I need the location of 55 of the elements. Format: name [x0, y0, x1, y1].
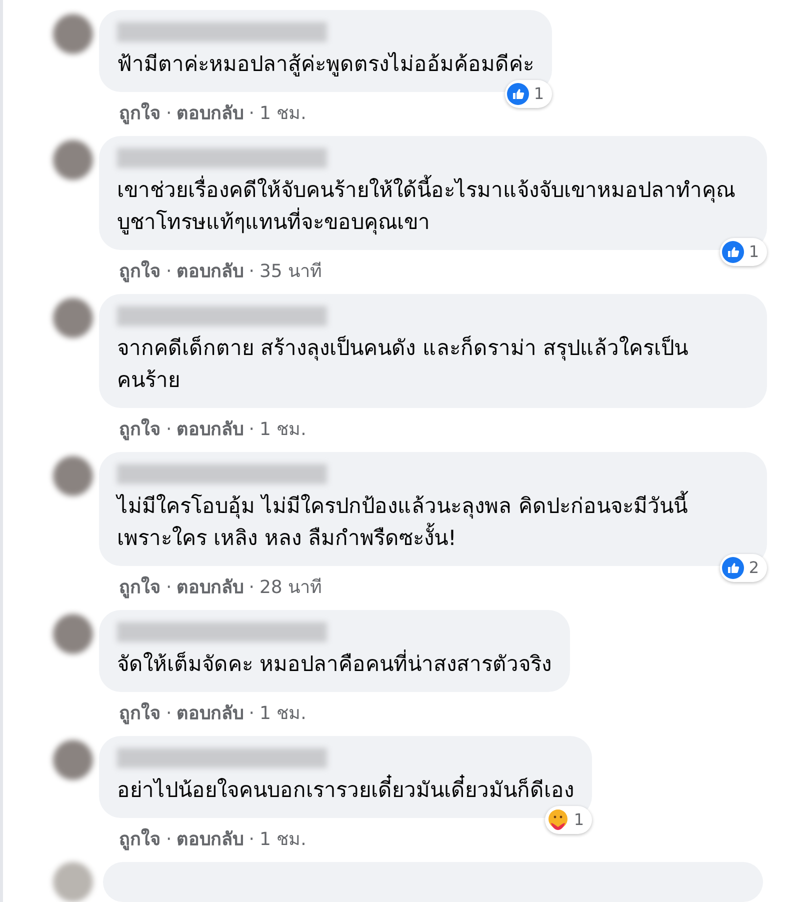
- separator-dot: ·: [248, 702, 254, 726]
- separator-dot: ·: [166, 102, 172, 126]
- like-link[interactable]: ถูกใจ: [119, 828, 161, 852]
- timestamp: 28 นาที: [259, 576, 322, 600]
- reply-link[interactable]: ตอบกลับ: [176, 418, 244, 442]
- reaction-count: 1: [534, 83, 544, 105]
- separator-dot: ·: [248, 260, 254, 284]
- separator-dot: ·: [166, 260, 172, 284]
- reaction-count: 1: [574, 809, 584, 831]
- reply-link[interactable]: ตอบกลับ: [176, 702, 244, 726]
- timestamp: 1 ชม.: [259, 828, 306, 852]
- avatar-placeholder: [53, 14, 93, 54]
- like-link[interactable]: ถูกใจ: [119, 702, 161, 726]
- timestamp: 1 ชม.: [259, 418, 306, 442]
- separator-dot: ·: [248, 828, 254, 852]
- separator-dot: ·: [248, 102, 254, 126]
- reaction-badge[interactable]: 2: [720, 554, 767, 582]
- avatar-placeholder: [53, 740, 93, 780]
- reaction-count: 1: [748, 241, 759, 263]
- separator-dot: ·: [248, 418, 254, 442]
- reaction-badge[interactable]: 1: [504, 80, 552, 108]
- reaction-badge[interactable]: 1: [544, 806, 592, 834]
- like-link[interactable]: ถูกใจ: [119, 576, 161, 600]
- like-link[interactable]: ถูกใจ: [119, 102, 161, 126]
- comment-text: ไม่มีใครโอบอุ้ม ไม่มีใครปกป้องแล้วนะลุงพล คิดปะก่อนจะมีวันนี้ เพราะใคร เหลิง หลง ลืมกำพรืดซะงั้น!: [117, 490, 749, 554]
- separator-dot: ·: [166, 418, 172, 442]
- thumbs-up-icon: [722, 241, 744, 263]
- timestamp: 1 ชม.: [259, 702, 306, 726]
- separator-dot: ·: [166, 828, 172, 852]
- comment-text: เขาช่วยเรื่องคดีให้จับคนร้ายให้ใด้นี้อะไรมาแจ้งจับเขาหมอปลาทำคุณบูชาโทรษแท้ๆแทนที่จะขอบคุณเขา: [117, 174, 749, 238]
- timestamp: 35 นาที: [259, 260, 322, 284]
- reaction-badge[interactable]: 1: [720, 238, 767, 266]
- comment-text: จากคดีเด็กตาย สร้างลุงเป็นคนดัง และก็ดราม่า สรุปแล้วใครเป็นคนร้าย: [117, 334, 690, 394]
- hugging-face-icon: [546, 809, 569, 831]
- comment-text: อย่าไปน้อยใจคนบอกเรารวยเดี๋ยวมันเดี๋ยวมันก็ดีเอง: [117, 774, 574, 806]
- reply-link[interactable]: ตอบกลับ: [176, 260, 244, 284]
- thumbs-up-icon: [722, 557, 744, 579]
- reply-link[interactable]: ตอบกลับ: [176, 576, 244, 600]
- like-link[interactable]: ถูกใจ: [119, 260, 161, 284]
- avatar-placeholder: [53, 140, 93, 180]
- reply-link[interactable]: ตอบกลับ: [176, 828, 244, 852]
- timestamp: 1 ชม.: [259, 102, 306, 126]
- avatar-placeholder: [53, 298, 93, 338]
- reaction-count: 2: [748, 557, 759, 579]
- like-link[interactable]: ถูกใจ: [119, 418, 161, 442]
- comment-text: ฟ้ามีตาค่ะหมอปลาสู้ค่ะพูดตรงไม่ออ้มค้อมดีค่ะ: [117, 51, 534, 78]
- avatar-placeholder: [53, 614, 93, 654]
- avatar-placeholder: [53, 862, 93, 902]
- separator-dot: ·: [248, 576, 254, 600]
- separator-dot: ·: [166, 576, 172, 600]
- reply-link[interactable]: ตอบกลับ: [176, 102, 244, 126]
- comment-text: จัดให้เต็มจัดคะ หมอปลาคือคนที่น่าสงสารตัวจริง: [117, 648, 552, 680]
- separator-dot: ·: [166, 702, 172, 726]
- thumbs-up-icon: [506, 83, 529, 105]
- avatar-placeholder: [53, 456, 93, 496]
